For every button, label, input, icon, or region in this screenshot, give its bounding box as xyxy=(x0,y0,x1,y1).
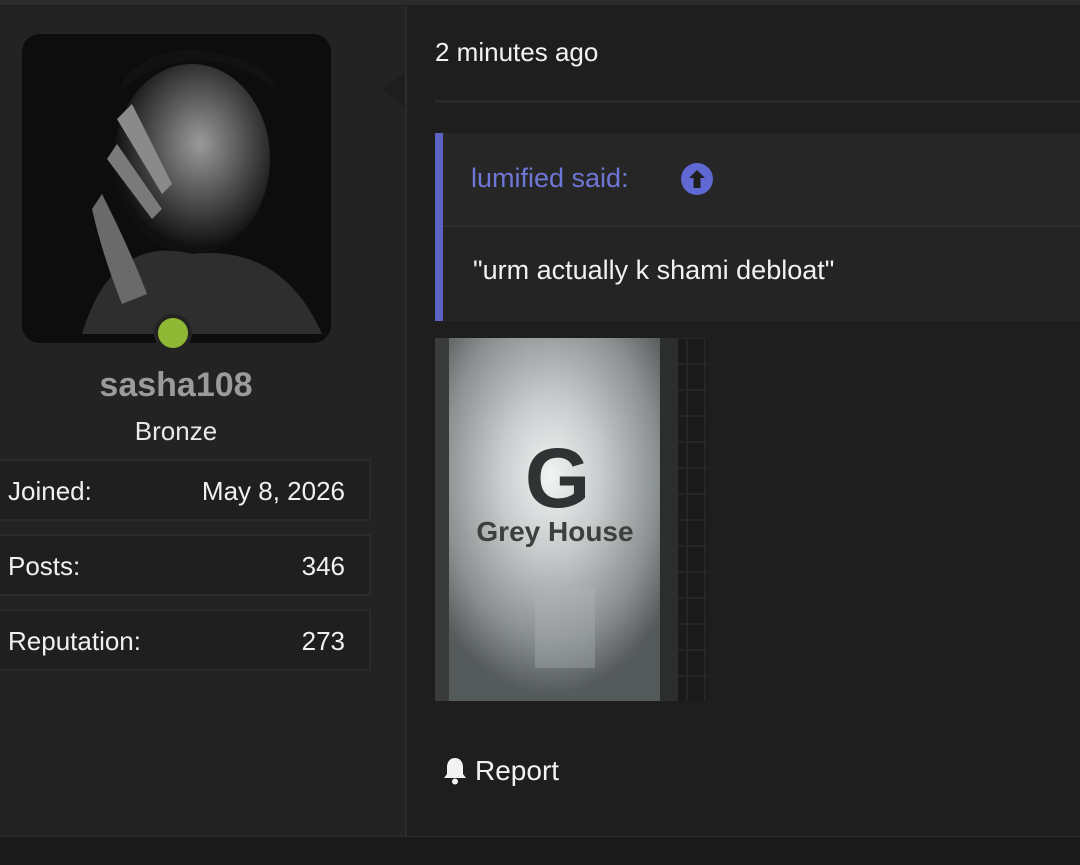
avatar[interactable] xyxy=(22,34,331,343)
post-arrow-notch xyxy=(381,72,405,108)
stat-label: Joined: xyxy=(8,476,92,506)
stat-row-joined: Joined: May 8, 2026 xyxy=(0,459,371,521)
stat-value: 273 xyxy=(301,626,345,656)
sign-text: Grey House xyxy=(476,516,634,547)
user-title: Bronze xyxy=(134,416,218,446)
bell-icon xyxy=(444,758,466,785)
online-status-indicator xyxy=(154,314,192,352)
quote-block: lumified said: "urm actually k shami deb… xyxy=(435,133,1080,321)
stat-row-reputation: Reputation: 273 xyxy=(0,609,371,671)
top-divider xyxy=(0,0,1080,5)
post-timestamp[interactable]: 2 minutes ago xyxy=(435,37,598,68)
quote-header: lumified said: xyxy=(443,133,1080,227)
stat-value: May 8, 2026 xyxy=(201,476,345,506)
sign-logo-letter: G xyxy=(524,431,591,525)
report-label: Report xyxy=(475,755,560,786)
user-info-panel: sasha108 Bronze Joined: May 8, 2026 Post… xyxy=(0,6,407,836)
username[interactable]: sasha108 xyxy=(0,366,352,405)
post-footer-band xyxy=(0,836,1080,865)
avatar-photo xyxy=(22,34,331,343)
arrow-up-circle-icon[interactable] xyxy=(681,163,713,195)
quote-author[interactable]: lumified said: xyxy=(471,163,629,194)
quote-text: "urm actually k shami debloat" xyxy=(473,255,835,285)
stat-value: 346 xyxy=(301,551,345,581)
post-header-divider xyxy=(435,100,1080,103)
attached-image[interactable]: G Grey House xyxy=(435,338,708,701)
report-button[interactable]: Report xyxy=(441,755,559,787)
stat-label: Posts: xyxy=(8,551,81,581)
stat-label: Reputation: xyxy=(8,626,141,656)
quote-accent-bar xyxy=(435,133,443,321)
stat-row-posts: Posts: 346 xyxy=(0,534,371,596)
